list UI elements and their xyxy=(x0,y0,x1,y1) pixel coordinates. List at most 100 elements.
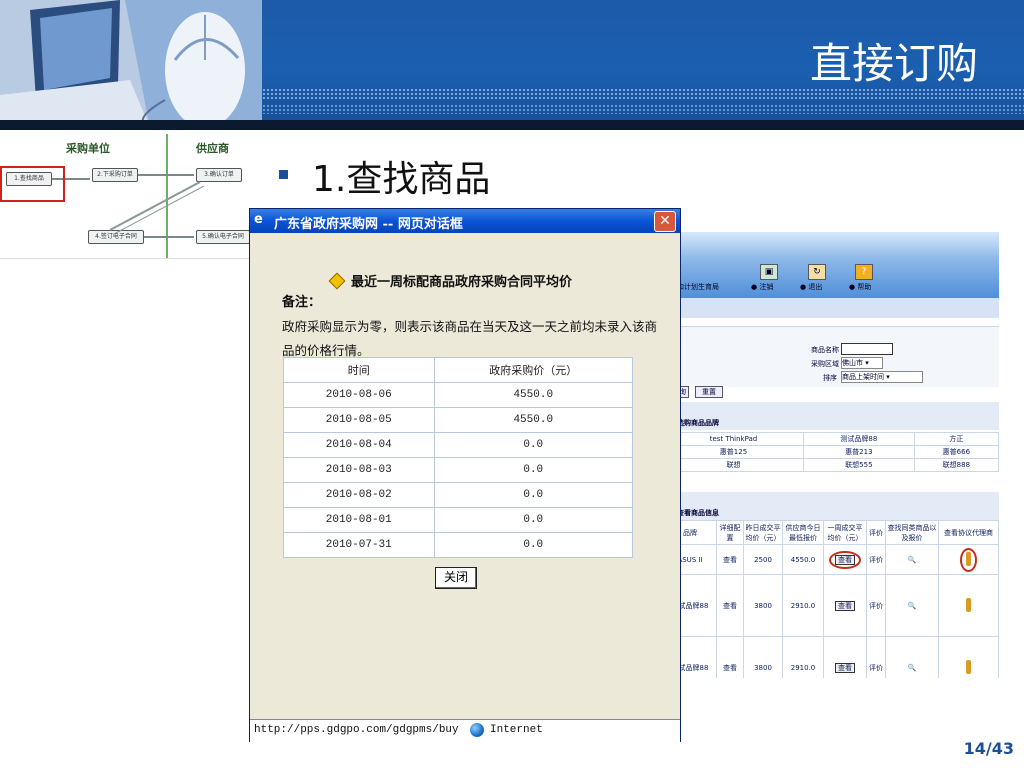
detail-link[interactable]: 查看 xyxy=(716,544,744,575)
week-price-cell: 查看 xyxy=(823,544,867,575)
table-row: 测试品牌88 查看 3800 2910.0 查看 评价 🔍 xyxy=(663,574,999,637)
column-header: 查找同类商品以及报价 xyxy=(885,520,939,545)
bullet-text: 1.查找商品 xyxy=(312,159,491,200)
nav-exit-label: 退出 xyxy=(808,283,823,291)
header-photo xyxy=(0,0,262,128)
search-form: 商品名称 采购区域 佛山市 ▾ 排序 商品上架时间 ▾ xyxy=(663,326,999,387)
search-icon[interactable]: 🔍 xyxy=(885,636,939,678)
status-bar: http://pps.gdgpo.com/gdgpms/buy.g Intern… xyxy=(250,719,680,742)
page-band xyxy=(663,298,999,318)
brand-link[interactable]: 方正 xyxy=(913,432,999,446)
brand-table: test ThinkPad 测试品牌88 方正 惠普125 惠普213 惠普66… xyxy=(663,432,999,472)
product-name-input[interactable] xyxy=(841,343,893,355)
date-cell: 2010-08-03 xyxy=(283,457,435,483)
table-row: 2010-08-01 0.0 xyxy=(283,507,634,533)
nav-logout[interactable]: ● 注销 xyxy=(751,282,773,292)
week-price-cell: 查看 xyxy=(823,636,867,678)
slide-title: 直接订购 xyxy=(809,39,978,88)
yesterday-price: 3800 xyxy=(743,636,783,678)
week-view-button[interactable]: 查看 xyxy=(835,600,855,611)
column-header: 评价 xyxy=(866,520,886,545)
detail-link[interactable]: 查看 xyxy=(716,574,744,637)
flow-buyer-header: 采购单位 xyxy=(66,142,110,155)
table-header-row: 品牌 详细配置 昨日成交平均价（元） 供应商今日最低报价 一周成交平均价（元） … xyxy=(663,520,999,545)
bullet-marker xyxy=(279,170,288,179)
column-header: 一周成交平均价（元） xyxy=(823,520,867,545)
table-row: test ThinkPad 测试品牌88 方正 xyxy=(663,432,999,446)
rating-link[interactable]: 评价 xyxy=(866,544,886,575)
lowest-price: 2910.0 xyxy=(782,574,824,637)
table-row: 2010-08-03 0.0 xyxy=(283,457,634,483)
column-header: 详细配置 xyxy=(716,520,744,545)
yesterday-price: 3800 xyxy=(743,574,783,637)
goods-section-header: 查看商品信息 xyxy=(663,492,999,520)
table-row: 2010-08-05 4550.0 xyxy=(283,407,634,433)
agent-icon[interactable] xyxy=(966,597,971,612)
price-cell: 4550.0 xyxy=(433,407,634,433)
brand-link[interactable]: 测试品牌88 xyxy=(802,432,915,446)
note-text: 政府采购显示为零，则表示该商品在当天及这一天之前均未录入该商品的价格行情。 xyxy=(282,319,658,358)
agent-icon[interactable] xyxy=(966,551,971,566)
help-icon[interactable]: ? xyxy=(855,264,873,280)
rating-link[interactable]: 评价 xyxy=(866,636,886,678)
brand-link[interactable]: test ThinkPad xyxy=(663,432,804,446)
flow-arrow xyxy=(144,236,194,238)
nav-help[interactable]: ● 帮助 xyxy=(849,282,871,292)
area-select[interactable]: 佛山市 ▾ xyxy=(841,357,883,369)
brand-link[interactable]: 惠普213 xyxy=(802,445,915,459)
web-dialog: e 广东省政府采购网 -- 网页对话框 ✕ 最近一周标配商品政府采购合同平均价 … xyxy=(249,208,681,742)
lowest-price: 2910.0 xyxy=(782,636,824,678)
highlight-circle: 查看 xyxy=(829,550,861,569)
area-value: 佛山市 xyxy=(842,359,863,367)
lowest-price: 4550.0 xyxy=(782,544,824,575)
week-view-button[interactable]: 查看 xyxy=(835,554,855,565)
date-cell: 2010-08-05 xyxy=(283,407,435,433)
brand-link[interactable]: 惠普125 xyxy=(663,445,804,459)
price-cell: 0.0 xyxy=(433,457,634,483)
column-header: 昨日成交平均价（元） xyxy=(743,520,783,545)
highlight-circle xyxy=(960,547,977,572)
nav-help-label: 帮助 xyxy=(857,283,872,291)
page-number: 14/43 xyxy=(963,739,1014,758)
price-cell: 0.0 xyxy=(433,507,634,533)
table-header-row: 时间 政府采购价（元） xyxy=(283,357,634,383)
web-page-screenshot: 和计划生育局 ▣ ● 注销 ↻ ● 退出 ? ● 帮助 商品名称 采购区域 佛山… xyxy=(662,232,999,678)
brand-link[interactable]: 联想 xyxy=(663,458,804,472)
search-icon[interactable]: 🔍 xyxy=(885,544,939,575)
price-cell: 4550.0 xyxy=(433,382,634,408)
nav-department: 和计划生育局 xyxy=(677,283,719,291)
brand-section-title: 选购商品品牌 xyxy=(677,419,719,427)
sort-select[interactable]: 商品上架时间 ▾ xyxy=(841,371,923,383)
agent-icon[interactable] xyxy=(966,659,971,674)
reset-button[interactable]: 重置 xyxy=(695,386,723,398)
diamond-icon xyxy=(328,272,346,290)
dialog-titlebar[interactable]: e 广东省政府采购网 -- 网页对话框 ✕ xyxy=(250,209,680,233)
close-button[interactable]: 关闭 xyxy=(435,567,477,589)
nav-exit[interactable]: ● 退出 xyxy=(800,282,822,292)
dialog-body: 最近一周标配商品政府采购合同平均价 备注： 政府采购显示为零，则表示该商品在当天… xyxy=(253,235,677,717)
week-view-button[interactable]: 查看 xyxy=(835,662,855,673)
slide-header: 直接订购 xyxy=(0,0,1024,128)
agent-cell xyxy=(938,636,999,678)
table-row: 2010-08-04 0.0 xyxy=(283,432,634,458)
column-header: 查看协议代理商 xyxy=(938,520,999,545)
table-row: 2010-07-31 0.0 xyxy=(283,532,634,558)
date-cell: 2010-08-02 xyxy=(283,482,435,508)
brand-link[interactable]: 惠普666 xyxy=(913,445,999,459)
dialog-title: 广东省政府采购网 -- 网页对话框 xyxy=(274,217,463,232)
date-cell: 2010-08-04 xyxy=(283,432,435,458)
table-row: 2010-08-02 0.0 xyxy=(283,482,634,508)
search-icon[interactable]: 🔍 xyxy=(885,574,939,637)
brand-link[interactable]: 联想888 xyxy=(913,458,999,472)
exit-icon[interactable]: ↻ xyxy=(808,264,826,280)
date-cell: 2010-08-01 xyxy=(283,507,435,533)
brand-link[interactable]: 联想555 xyxy=(802,458,915,472)
close-icon[interactable]: ✕ xyxy=(654,211,676,232)
table-row: 测试品牌88 查看 3800 2910.0 查看 评价 🔍 xyxy=(663,636,999,678)
nav-logout-label: 注销 xyxy=(759,283,774,291)
detail-link[interactable]: 查看 xyxy=(716,636,744,678)
monitor-icon[interactable]: ▣ xyxy=(760,264,778,280)
dialog-heading: 最近一周标配商品政府采购合同平均价 xyxy=(351,275,573,290)
rating-link[interactable]: 评价 xyxy=(866,574,886,637)
date-cell: 2010-07-31 xyxy=(283,532,435,558)
